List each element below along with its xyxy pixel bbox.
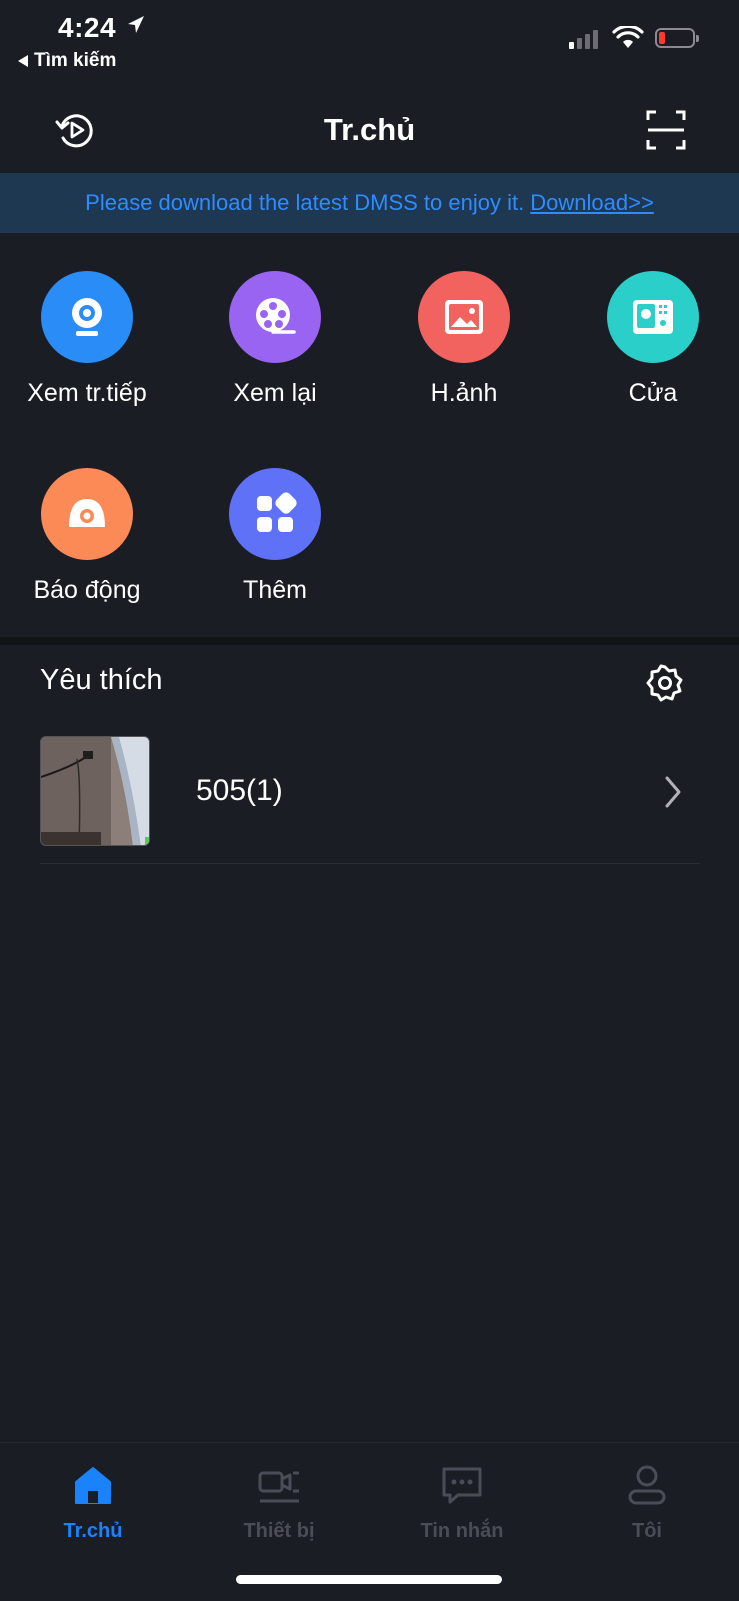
status-bar: 4:24 Tìm kiếm xyxy=(0,0,739,80)
download-link[interactable]: Download>> xyxy=(530,190,654,215)
menu-label: Báo động xyxy=(33,576,141,604)
home-indicator xyxy=(236,1575,502,1584)
section-divider xyxy=(0,637,739,645)
back-to-app-link[interactable]: Tìm kiếm xyxy=(18,50,116,72)
menu-more[interactable]: Thêm xyxy=(182,468,368,605)
back-app-label: Tìm kiếm xyxy=(34,50,117,71)
update-banner: Please download the latest DMSS to enjoy… xyxy=(0,173,739,233)
tab-messages[interactable]: Tin nhắn xyxy=(392,1463,532,1543)
menu-label: Thêm xyxy=(243,576,307,604)
device-icon xyxy=(258,1471,299,1503)
door-intercom-icon xyxy=(607,271,699,363)
film-reel-icon xyxy=(229,271,321,363)
favorite-device-row[interactable]: 505(1) xyxy=(40,736,700,864)
profile-icon xyxy=(628,1465,666,1505)
image-icon xyxy=(418,271,510,363)
feature-grid: Xem tr.tiếp Xem lại H.ảnh Cửa Báo động T… xyxy=(0,241,739,636)
page-title: Tr.chủ xyxy=(323,112,416,147)
scan-qr-icon[interactable] xyxy=(644,108,688,152)
menu-images[interactable]: H.ảnh xyxy=(371,271,557,408)
gear-icon[interactable] xyxy=(646,664,684,702)
menu-alarm[interactable]: Báo động xyxy=(0,468,180,605)
back-triangle-icon xyxy=(18,55,28,67)
banner-text: Please download the latest DMSS to enjoy… xyxy=(85,190,531,215)
wifi-icon xyxy=(612,26,644,48)
tab-label: Thiết bị xyxy=(243,1520,315,1542)
device-thumbnail xyxy=(40,736,150,846)
tab-profile[interactable]: Tôi xyxy=(577,1463,717,1543)
device-name: 505(1) xyxy=(196,774,283,807)
location-arrow-icon xyxy=(128,16,144,33)
tab-devices[interactable]: Thiết bị xyxy=(209,1463,349,1543)
menu-live-view[interactable]: Xem tr.tiếp xyxy=(0,271,180,408)
tab-label: Tôi xyxy=(632,1520,662,1542)
more-apps-icon xyxy=(229,468,321,560)
cellular-signal-icon xyxy=(569,30,598,49)
alarm-icon xyxy=(41,468,133,560)
menu-label: H.ảnh xyxy=(430,379,498,407)
message-icon xyxy=(442,1467,482,1504)
nav-bar: Tr.chủ xyxy=(0,90,739,170)
live-camera-icon xyxy=(41,271,133,363)
tab-label: Tr.chủ xyxy=(63,1520,123,1542)
home-icon xyxy=(75,1467,111,1504)
chevron-right-icon xyxy=(665,776,681,808)
status-time: 4:24 xyxy=(58,12,117,43)
menu-door[interactable]: Cửa xyxy=(560,271,739,408)
battery-level xyxy=(659,32,665,44)
menu-label: Xem tr.tiếp xyxy=(27,379,147,407)
tab-home[interactable]: Tr.chủ xyxy=(23,1463,163,1543)
menu-playback[interactable]: Xem lại xyxy=(182,271,368,408)
favorites-title: Yêu thích xyxy=(40,664,163,696)
battery-icon xyxy=(655,28,699,48)
menu-label: Cửa xyxy=(628,379,678,407)
menu-label: Xem lại xyxy=(233,379,317,407)
tab-label: Tin nhắn xyxy=(420,1520,504,1542)
